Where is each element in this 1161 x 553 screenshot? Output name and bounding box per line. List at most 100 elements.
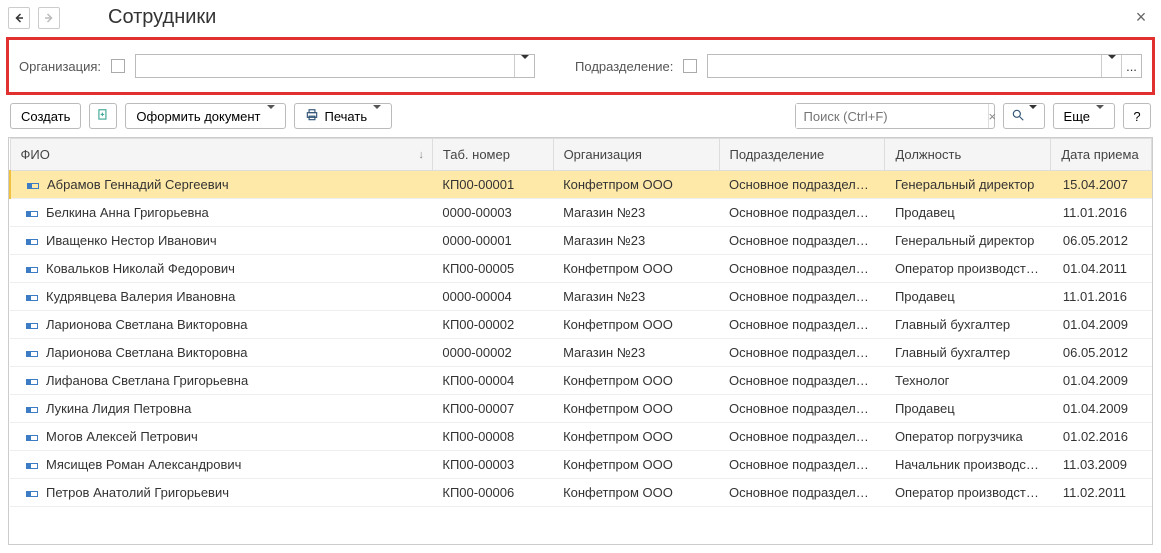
table-row[interactable]: Ларионова Светлана Викторовна0000-00002М…	[10, 339, 1152, 367]
cell-dept: Основное подразделе…	[719, 423, 885, 451]
table-row[interactable]: Абрамов Геннадий СергеевичКП00-00001Конф…	[10, 171, 1152, 199]
cell-tab: КП00-00007	[432, 395, 553, 423]
dept-filter-dropdown-button[interactable]	[1101, 55, 1121, 77]
cell-org: Магазин №23	[553, 339, 719, 367]
row-marker-icon	[26, 491, 38, 497]
row-marker-icon	[26, 351, 38, 357]
cell-org: Конфетпром ООО	[553, 479, 719, 507]
cell-fio: Абрамов Геннадий Сергеевич	[10, 171, 432, 199]
caret-down-icon	[1108, 59, 1116, 74]
dept-filter-more-button[interactable]: ...	[1121, 55, 1141, 77]
row-marker-icon	[26, 267, 38, 273]
table-row[interactable]: Кудрявцева Валерия Ивановна0000-00004Маг…	[10, 283, 1152, 311]
cell-dept: Основное подразделе…	[719, 227, 885, 255]
toolbar: Создать Оформить документ Печать × Еще ?	[0, 97, 1161, 135]
cell-tab: КП00-00005	[432, 255, 553, 283]
cell-date: 15.04.2007	[1051, 171, 1152, 199]
help-button[interactable]: ?	[1123, 103, 1151, 129]
col-header-dept[interactable]: Подразделение	[719, 139, 885, 171]
cell-dept: Основное подразделе…	[719, 395, 885, 423]
col-header-org[interactable]: Организация	[553, 139, 719, 171]
row-marker-icon	[26, 379, 38, 385]
cell-fio: Лукина Лидия Петровна	[10, 395, 432, 423]
table-row[interactable]: Лукина Лидия ПетровнаКП00-00007Конфетпро…	[10, 395, 1152, 423]
cell-tab: КП00-00008	[432, 423, 553, 451]
cell-date: 01.04.2009	[1051, 311, 1152, 339]
back-button[interactable]	[8, 7, 30, 29]
cell-dept: Основное подразделе…	[719, 479, 885, 507]
cell-pos: Главный бухгалтер	[885, 339, 1051, 367]
cell-tab: 0000-00004	[432, 283, 553, 311]
cell-dept: Основное подразделе…	[719, 367, 885, 395]
create-copy-button[interactable]	[89, 103, 117, 129]
cell-org: Конфетпром ООО	[553, 451, 719, 479]
table-row[interactable]: Ларионова Светлана ВикторовнаКП00-00002К…	[10, 311, 1152, 339]
row-marker-icon	[27, 183, 39, 189]
cell-tab: КП00-00006	[432, 479, 553, 507]
cell-pos: Продавец	[885, 199, 1051, 227]
row-marker-icon	[26, 463, 38, 469]
cell-dept: Основное подразделе…	[719, 255, 885, 283]
caret-down-icon	[521, 59, 529, 74]
org-filter-dropdown-button[interactable]	[514, 55, 534, 77]
cell-pos: Оператор производст…	[885, 255, 1051, 283]
table-row[interactable]: Белкина Анна Григорьевна0000-00003Магази…	[10, 199, 1152, 227]
cell-fio: Ларионова Светлана Викторовна	[10, 311, 432, 339]
dept-filter-select[interactable]: ...	[707, 54, 1142, 78]
document-button[interactable]: Оформить документ	[125, 103, 285, 129]
cell-date: 01.04.2011	[1051, 255, 1152, 283]
table-row[interactable]: Мясищев Роман АлександровичКП00-00003Кон…	[10, 451, 1152, 479]
cell-date: 01.04.2009	[1051, 395, 1152, 423]
cell-pos: Генеральный директор	[885, 171, 1051, 199]
search-input[interactable]	[796, 104, 988, 128]
cell-dept: Основное подразделе…	[719, 199, 885, 227]
table-row[interactable]: Могов Алексей ПетровичКП00-00008Конфетпр…	[10, 423, 1152, 451]
cell-tab: 0000-00001	[432, 227, 553, 255]
cell-dept: Основное подразделе…	[719, 311, 885, 339]
close-button[interactable]: ×	[1129, 7, 1153, 28]
col-header-pos[interactable]: Должность	[885, 139, 1051, 171]
caret-down-icon	[373, 109, 381, 124]
cell-date: 11.01.2016	[1051, 199, 1152, 227]
search-clear-button[interactable]: ×	[988, 104, 997, 128]
cell-org: Конфетпром ООО	[553, 255, 719, 283]
search-button[interactable]	[1003, 103, 1045, 129]
table-row[interactable]: Ковальков Николай ФедоровичКП00-00005Кон…	[10, 255, 1152, 283]
arrow-left-icon	[13, 12, 25, 24]
cell-fio: Петров Анатолий Григорьевич	[10, 479, 432, 507]
cell-fio: Ларионова Светлана Викторовна	[10, 339, 432, 367]
dept-filter-checkbox[interactable]	[683, 59, 697, 73]
cell-fio: Мясищев Роман Александрович	[10, 451, 432, 479]
cell-org: Конфетпром ООО	[553, 395, 719, 423]
print-button[interactable]: Печать	[294, 103, 393, 129]
table-row[interactable]: Лифанова Светлана ГригорьевнаКП00-00004К…	[10, 367, 1152, 395]
cell-org: Конфетпром ООО	[553, 171, 719, 199]
cell-dept: Основное подразделе…	[719, 339, 885, 367]
cell-date: 11.03.2009	[1051, 451, 1152, 479]
cell-org: Конфетпром ООО	[553, 311, 719, 339]
search-box: ×	[795, 103, 995, 129]
org-filter-select[interactable]	[135, 54, 535, 78]
cell-date: 01.04.2009	[1051, 367, 1152, 395]
cell-pos: Технолог	[885, 367, 1051, 395]
cell-fio: Лифанова Светлана Григорьевна	[10, 367, 432, 395]
table-row[interactable]: Иващенко Нестор Иванович0000-00001Магази…	[10, 227, 1152, 255]
more-button[interactable]: Еще	[1053, 103, 1115, 129]
cell-pos: Генеральный директор	[885, 227, 1051, 255]
col-header-tab[interactable]: Таб. номер	[432, 139, 553, 171]
cell-date: 11.02.2011	[1051, 479, 1152, 507]
sort-asc-icon: ↓	[418, 149, 424, 161]
create-button[interactable]: Создать	[10, 103, 81, 129]
forward-button[interactable]	[38, 7, 60, 29]
table-row[interactable]: Петров Анатолий ГригорьевичКП00-00006Кон…	[10, 479, 1152, 507]
row-marker-icon	[26, 295, 38, 301]
col-header-date[interactable]: Дата приема	[1051, 139, 1152, 171]
cell-dept: Основное подразделе…	[719, 451, 885, 479]
cell-date: 06.05.2012	[1051, 227, 1152, 255]
cell-org: Конфетпром ООО	[553, 423, 719, 451]
row-marker-icon	[26, 435, 38, 441]
org-filter-checkbox[interactable]	[111, 59, 125, 73]
print-icon	[305, 108, 319, 125]
cell-date: 06.05.2012	[1051, 339, 1152, 367]
col-header-fio[interactable]: ФИО↓	[10, 139, 432, 171]
